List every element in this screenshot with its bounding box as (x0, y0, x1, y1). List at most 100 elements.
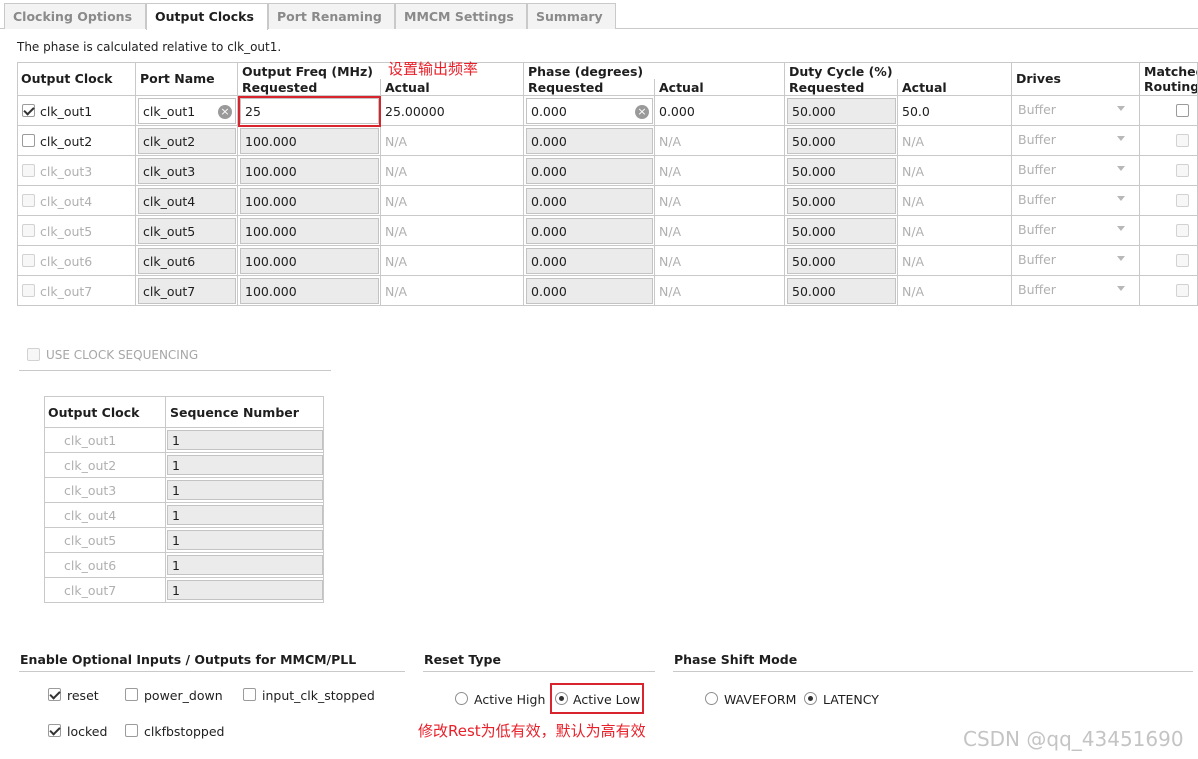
phase-requested-input-value: 0.000 (531, 194, 567, 209)
port-name-input[interactable]: clk_out5 (138, 218, 236, 244)
matched-routing-checkbox[interactable] (1176, 254, 1189, 267)
tab-mmcm-settings[interactable]: MMCM Settings (395, 3, 527, 29)
tab-clocking-options[interactable]: Clocking Options (4, 3, 146, 29)
freq-requested-input[interactable]: 100.000 (240, 158, 379, 184)
duty-requested-input[interactable]: 50.000 (787, 188, 896, 214)
sequence-number-input[interactable]: 1 (167, 580, 323, 600)
sequence-number-cell: 1 (166, 553, 324, 578)
sequence-number-input[interactable]: 1 (167, 530, 323, 550)
matched-routing-cell (1140, 156, 1197, 186)
drives-dropdown[interactable]: Buffer (1018, 162, 1056, 177)
sequence-number-input[interactable]: 1 (167, 430, 323, 450)
reset-checkbox[interactable] (48, 688, 61, 701)
port-name-input-value: clk_out3 (143, 164, 196, 179)
duty-actual: N/A (902, 164, 925, 179)
duty-requested-input[interactable]: 50.000 (787, 128, 896, 154)
phase-requested-input[interactable]: 0.000 (526, 248, 653, 274)
phase-requested-input[interactable]: 0.000 (526, 278, 653, 304)
duty-requested-input[interactable]: 50.000 (787, 98, 896, 124)
sequence-table: Output Clock Sequence Number clk_out1 1 cl… (44, 396, 324, 603)
active-high-radio[interactable] (455, 692, 468, 705)
waveform-radio[interactable] (705, 692, 718, 705)
use-clock-sequencing-checkbox[interactable] (27, 348, 40, 361)
tab-port-renaming[interactable]: Port Renaming (268, 3, 395, 29)
drives-dropdown[interactable]: Buffer (1018, 192, 1056, 207)
drives-cell: Buffer (1012, 126, 1140, 156)
duty-requested-input[interactable]: 50.000 (787, 248, 896, 274)
tab-summary[interactable]: Summary (527, 3, 616, 29)
waveform-label: WAVEFORM (724, 692, 797, 707)
freq-requested-input[interactable]: 100.000 (240, 248, 379, 274)
duty-requested-input[interactable]: 50.000 (787, 158, 896, 184)
output-clock-cell: clk_out2 (18, 126, 136, 156)
duty-requested-input[interactable]: 50.000 (787, 218, 896, 244)
freq-requested-input[interactable]: 100.000 (240, 278, 379, 304)
drives-dropdown[interactable]: Buffer (1018, 282, 1056, 297)
port-name-input[interactable]: clk_out3 (138, 158, 236, 184)
port-name-input[interactable]: clk_out1 × (138, 98, 236, 124)
clear-icon[interactable]: × (635, 105, 649, 119)
matched-routing-checkbox[interactable] (1176, 104, 1189, 117)
sequence-clock-label: clk_out1 (64, 433, 117, 448)
freq-requested-input[interactable]: 100.000 (240, 218, 379, 244)
output-clock-checkbox[interactable] (22, 194, 35, 207)
tab-output-clocks[interactable]: Output Clocks (146, 3, 268, 30)
latency-radio[interactable] (804, 692, 817, 705)
output-clock-checkbox[interactable] (22, 164, 35, 177)
output-clock-checkbox[interactable] (22, 284, 35, 297)
header-output-freq: Output Freq (MHz) (238, 63, 524, 79)
phase-requested-input-value: 0.000 (531, 224, 567, 239)
sequence-number-input[interactable]: 1 (167, 480, 323, 500)
clear-icon[interactable]: × (218, 105, 232, 119)
drives-dropdown[interactable]: Buffer (1018, 132, 1056, 147)
duty-requested-input-cell: 50.000 (785, 126, 898, 156)
freq-actual-cell: N/A (381, 126, 524, 156)
phase-requested-input[interactable]: 0.000 (526, 218, 653, 244)
freq-actual: N/A (385, 224, 408, 239)
clkfbstopped-checkbox[interactable] (125, 724, 138, 737)
input-clk-stopped-checkbox[interactable] (243, 688, 256, 701)
freq-requested-input[interactable]: 100.000 (240, 128, 379, 154)
matched-routing-checkbox[interactable] (1176, 284, 1189, 297)
freq-actual-cell: N/A (381, 246, 524, 276)
header-freq-requested: Requested (238, 79, 381, 96)
sequence-number-input[interactable]: 1 (167, 555, 323, 575)
drives-dropdown[interactable]: Buffer (1018, 102, 1056, 117)
matched-routing-checkbox[interactable] (1176, 164, 1189, 177)
freq-requested-input[interactable]: 100.000 (240, 188, 379, 214)
duty-requested-input-value: 50.000 (792, 104, 836, 119)
matched-routing-checkbox[interactable] (1176, 224, 1189, 237)
power-down-checkbox[interactable] (125, 688, 138, 701)
sequence-number-input[interactable]: 1 (167, 505, 323, 525)
port-name-input[interactable]: clk_out4 (138, 188, 236, 214)
phase-requested-input[interactable]: 0.000 (526, 158, 653, 184)
output-clock-checkbox[interactable] (22, 224, 35, 237)
duty-actual-cell: N/A (898, 186, 1012, 216)
matched-routing-checkbox[interactable] (1176, 134, 1189, 147)
phase-requested-input[interactable]: 0.000 (526, 128, 653, 154)
sequence-number-input[interactable]: 1 (167, 455, 323, 475)
drives-cell: Buffer (1012, 276, 1140, 305)
port-name-input-value: clk_out4 (143, 194, 196, 209)
duty-requested-input[interactable]: 50.000 (787, 278, 896, 304)
phase-requested-input[interactable]: 0.000 (526, 188, 653, 214)
header-phase: Phase (degrees) (524, 63, 785, 79)
output-clock-checkbox[interactable] (22, 134, 35, 147)
output-clock-checkbox[interactable] (22, 254, 35, 267)
drives-dropdown[interactable]: Buffer (1018, 252, 1056, 267)
phase-requested-input[interactable]: 0.000 × (526, 98, 653, 124)
highlight-freq-requested (238, 96, 381, 127)
sequence-clock-cell: clk_out1 (45, 428, 166, 453)
phase-requested-input-value: 0.000 (531, 164, 567, 179)
drives-cell: Buffer (1012, 246, 1140, 276)
freq-actual-cell: N/A (381, 156, 524, 186)
locked-checkbox[interactable] (48, 724, 61, 737)
header-port-name: Port Name (136, 63, 238, 96)
port-name-input[interactable]: clk_out7 (138, 278, 236, 304)
drives-dropdown[interactable]: Buffer (1018, 222, 1056, 237)
port-name-input[interactable]: clk_out2 (138, 128, 236, 154)
matched-routing-checkbox[interactable] (1176, 194, 1189, 207)
output-clock-checkbox[interactable] (22, 104, 35, 117)
phase-actual-cell: N/A (655, 186, 785, 216)
port-name-input[interactable]: clk_out6 (138, 248, 236, 274)
